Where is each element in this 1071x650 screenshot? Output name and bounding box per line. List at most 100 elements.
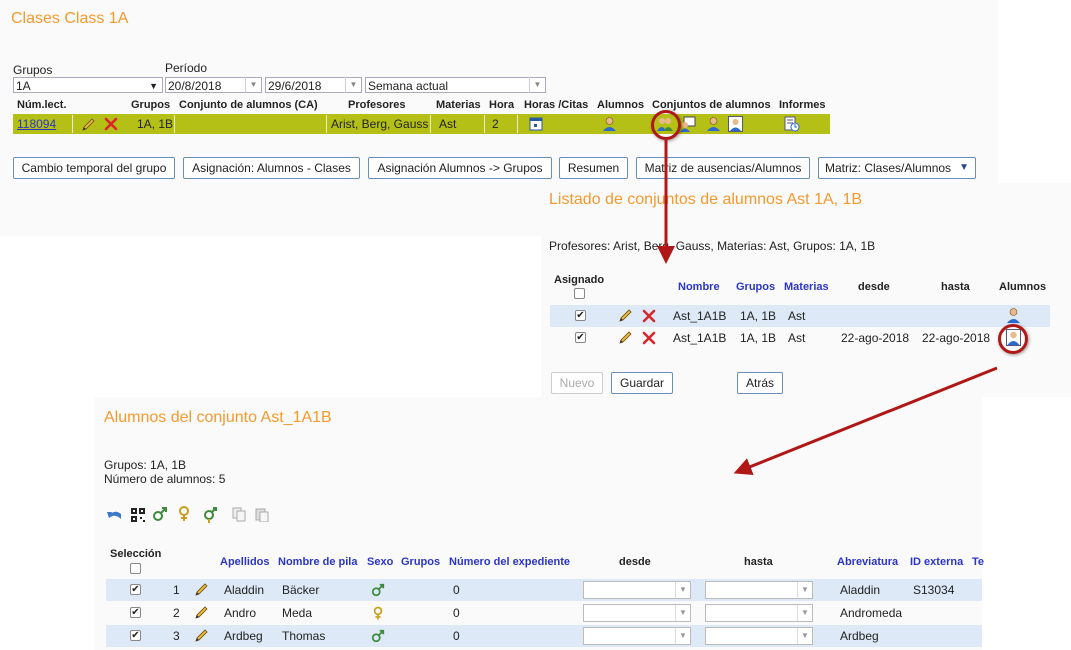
row-expediente: 0 bbox=[453, 583, 460, 597]
chevron-down-icon: ▼ bbox=[345, 77, 361, 93]
copy-icon[interactable] bbox=[232, 507, 246, 522]
row-desde: 22-ago-2018 bbox=[841, 331, 910, 345]
select-all-checkbox[interactable] bbox=[574, 288, 585, 299]
fecha-hasta-value: 29/6/2018 bbox=[268, 79, 322, 93]
desde-select[interactable]: ▼ bbox=[583, 627, 691, 645]
col-profesores: Profesores bbox=[348, 99, 406, 111]
row-checkbox[interactable]: ✔ bbox=[130, 630, 141, 641]
hasta-select[interactable]: ▼ bbox=[705, 627, 813, 645]
col-sexo[interactable]: Sexo bbox=[367, 556, 393, 568]
row-nombre: Ast_1A1B bbox=[673, 309, 727, 323]
asignacion-alumnos-clases-button[interactable]: Asignación: Alumnos - Clases bbox=[183, 157, 360, 179]
student-icon[interactable] bbox=[602, 116, 617, 132]
student-icon[interactable] bbox=[1006, 307, 1021, 324]
grupos-select[interactable]: 1A ▼ bbox=[13, 77, 163, 93]
chevron-down-icon: ▼ bbox=[797, 582, 812, 598]
numero-info: Número de alumnos: 5 bbox=[104, 472, 226, 486]
row-nombre: Meda bbox=[282, 606, 313, 620]
col-hasta: hasta bbox=[941, 281, 970, 293]
delete-icon[interactable] bbox=[642, 331, 656, 345]
highlight-circle bbox=[998, 324, 1028, 354]
col-hasta: hasta bbox=[744, 556, 773, 568]
row-hasta: 22-ago-2018 bbox=[922, 331, 991, 345]
row-checkbox[interactable]: ✔ bbox=[130, 607, 141, 618]
hasta-select[interactable]: ▼ bbox=[705, 604, 813, 622]
row-checkbox[interactable]: ✔ bbox=[575, 332, 586, 343]
row-apellidos: Aladdin bbox=[224, 583, 265, 597]
hasta-select[interactable]: ▼ bbox=[705, 581, 813, 599]
semana-select[interactable]: Semana actual ▼ bbox=[365, 77, 546, 93]
male-icon bbox=[371, 583, 385, 597]
chevron-down-icon: ▼ bbox=[797, 628, 812, 644]
col-id-externa[interactable]: ID externa bbox=[910, 556, 963, 568]
atras-button[interactable]: Atrás bbox=[737, 372, 783, 394]
row-materias: Ast bbox=[788, 309, 806, 323]
female-icon bbox=[373, 606, 383, 620]
student-icon[interactable] bbox=[706, 116, 721, 132]
row-grupos: 1A, 1B bbox=[740, 331, 777, 345]
guardar-button[interactable]: Guardar bbox=[611, 372, 673, 394]
select-all-checkbox[interactable] bbox=[130, 563, 141, 574]
cambio-temporal-button[interactable]: Cambio temporal del grupo bbox=[13, 157, 175, 179]
grupos-label: Grupos bbox=[13, 63, 53, 77]
num-lect-link[interactable]: 118094 bbox=[13, 115, 73, 133]
asignacion-alumnos-grupos-button[interactable]: Asignación Alumnos -> Grupos bbox=[368, 157, 552, 179]
col-nombre[interactable]: Nombre bbox=[678, 281, 720, 293]
nuevo-button[interactable]: Nuevo bbox=[551, 372, 603, 394]
pencil-icon[interactable] bbox=[194, 605, 209, 620]
desde-select[interactable]: ▼ bbox=[583, 581, 691, 599]
male-add-icon[interactable] bbox=[152, 506, 168, 522]
delete-icon[interactable] bbox=[642, 309, 656, 323]
table-row[interactable]: ✔ 3 Ardbeg Thomas 0 ▼ ▼ Ardbeg bbox=[106, 625, 982, 647]
col-expediente[interactable]: Número del expediente bbox=[449, 556, 570, 568]
student-card-icon[interactable] bbox=[728, 116, 743, 132]
paste-icon[interactable] bbox=[255, 507, 269, 522]
table-row[interactable]: ✔ 1 Aladdin Bäcker 0 ▼ ▼ Aladdin S13034 bbox=[106, 579, 982, 601]
listado-panel: Listado de conjuntos de alumnos Ast 1A, … bbox=[541, 183, 1071, 397]
row-abreviatura: Aladdin bbox=[840, 583, 881, 597]
row-materias: Ast bbox=[435, 115, 485, 133]
col-hora: Hora bbox=[489, 99, 515, 111]
row-checkbox[interactable]: ✔ bbox=[575, 310, 586, 321]
matriz-clases-alumnos-button[interactable]: Matriz: Clases/Alumnos ▼ bbox=[818, 157, 976, 179]
gender-add-icon[interactable] bbox=[202, 506, 218, 523]
chevron-down-icon: ▼ bbox=[797, 605, 812, 621]
undo-icon[interactable] bbox=[106, 508, 124, 522]
row-profesores: Arist, Berg, Gauss bbox=[327, 115, 431, 133]
col-materias[interactable]: Materias bbox=[784, 281, 829, 293]
clase-row[interactable]: 118094 1A, 1B Arist, Berg, Gauss Ast 2 bbox=[13, 114, 830, 134]
col-grupos[interactable]: Grupos bbox=[401, 556, 440, 568]
resumen-button[interactable]: Resumen bbox=[559, 157, 628, 179]
col-te[interactable]: Te bbox=[972, 556, 984, 568]
female-add-icon[interactable] bbox=[177, 506, 191, 522]
col-horas-citas: Horas /Citas bbox=[524, 99, 589, 111]
desde-select[interactable]: ▼ bbox=[583, 604, 691, 622]
pencil-icon[interactable] bbox=[194, 582, 209, 597]
row-apellidos: Ardbeg bbox=[224, 629, 263, 643]
fecha-hasta-input[interactable]: 29/6/2018 ▼ bbox=[265, 77, 362, 93]
pencil-icon[interactable] bbox=[618, 330, 633, 345]
delete-icon[interactable] bbox=[104, 117, 118, 131]
calendar-icon[interactable] bbox=[529, 116, 543, 131]
row-checkbox[interactable]: ✔ bbox=[130, 584, 141, 595]
qr-icon[interactable] bbox=[131, 508, 145, 522]
col-nombre-pila[interactable]: Nombre de pila bbox=[278, 556, 357, 568]
col-apellidos[interactable]: Apellidos bbox=[220, 556, 270, 568]
table-row[interactable]: ✔ Ast_1A1B 1A, 1B Ast bbox=[550, 305, 1050, 327]
col-grupos[interactable]: Grupos bbox=[736, 281, 775, 293]
col-conjuntos: Conjuntos de alumnos bbox=[652, 99, 771, 111]
report-icon[interactable] bbox=[784, 116, 800, 132]
pencil-icon[interactable] bbox=[618, 308, 633, 323]
pencil-icon[interactable] bbox=[194, 628, 209, 643]
pencil-icon[interactable] bbox=[81, 117, 96, 132]
fecha-desde-input[interactable]: 20/8/2018 ▼ bbox=[165, 77, 262, 93]
col-abreviatura[interactable]: Abreviatura bbox=[837, 556, 898, 568]
col-desde: desde bbox=[858, 281, 890, 293]
edit-list-icon[interactable] bbox=[680, 116, 696, 132]
table-row[interactable]: ✔ 2 Andro Meda 0 ▼ ▼ Andromeda bbox=[106, 602, 982, 624]
row-id-externa: S13034 bbox=[913, 583, 955, 597]
listado-info: Profesores: Arist, Berg, Gauss, Materias… bbox=[549, 239, 876, 253]
matriz-ausencias-button[interactable]: Matriz de ausencias/Alumnos bbox=[636, 157, 810, 179]
fecha-desde-value: 20/8/2018 bbox=[168, 79, 222, 93]
table-row[interactable]: ✔ Ast_1A1B 1A, 1B Ast 22-ago-2018 22-ago… bbox=[550, 327, 1050, 349]
